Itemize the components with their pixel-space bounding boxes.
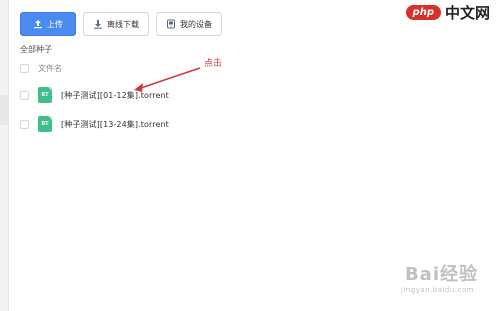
page: 上传 离线下载 我的设备 全部种子 文件名 BT [种子测试][01-12集].… [0, 0, 500, 311]
file-icon-text: BT [41, 92, 49, 98]
file-row[interactable]: BT [种子测试][13-24集].torrent [20, 116, 169, 132]
php-logo: php [405, 5, 441, 20]
php-watermark: php 中文网 [405, 2, 490, 23]
php-cn-text: 中文网 [444, 4, 490, 22]
baidu-main-text: Bai [404, 264, 440, 285]
bt-file-icon: BT [38, 87, 52, 103]
baidu-suffix-text: 经验 [440, 264, 478, 285]
download-icon [93, 19, 103, 29]
select-all-checkbox[interactable] [20, 64, 29, 73]
file-name[interactable]: [种子测试][01-12集].torrent [61, 90, 169, 101]
device-icon [166, 19, 176, 29]
baidu-url-watermark: jingyan.baidu.com [400, 286, 474, 294]
file-checkbox[interactable] [20, 91, 29, 100]
file-checkbox[interactable] [20, 120, 29, 129]
offline-download-button[interactable]: 离线下载 [83, 12, 149, 36]
upload-label: 上传 [47, 19, 63, 29]
left-sidebar-strip [0, 0, 9, 311]
filename-column-header[interactable]: 文件名 [38, 63, 62, 74]
sidebar-highlight [0, 95, 8, 125]
toolbar: 上传 离线下载 我的设备 [20, 12, 222, 36]
list-header: 文件名 [20, 63, 62, 74]
section-title: 全部种子 [20, 45, 52, 54]
offline-download-label: 离线下载 [107, 19, 139, 29]
my-devices-button[interactable]: 我的设备 [156, 12, 222, 36]
annotation-label: 点击 [204, 59, 223, 69]
file-icon-text: BT [41, 121, 49, 127]
baidu-watermark: Bai经验 [405, 260, 478, 286]
bt-file-icon: BT [38, 116, 52, 132]
upload-button[interactable]: 上传 [20, 12, 76, 36]
upload-icon [33, 19, 43, 29]
my-devices-label: 我的设备 [180, 19, 212, 29]
file-name[interactable]: [种子测试][13-24集].torrent [61, 119, 169, 130]
file-row[interactable]: BT [种子测试][01-12集].torrent [20, 87, 169, 103]
